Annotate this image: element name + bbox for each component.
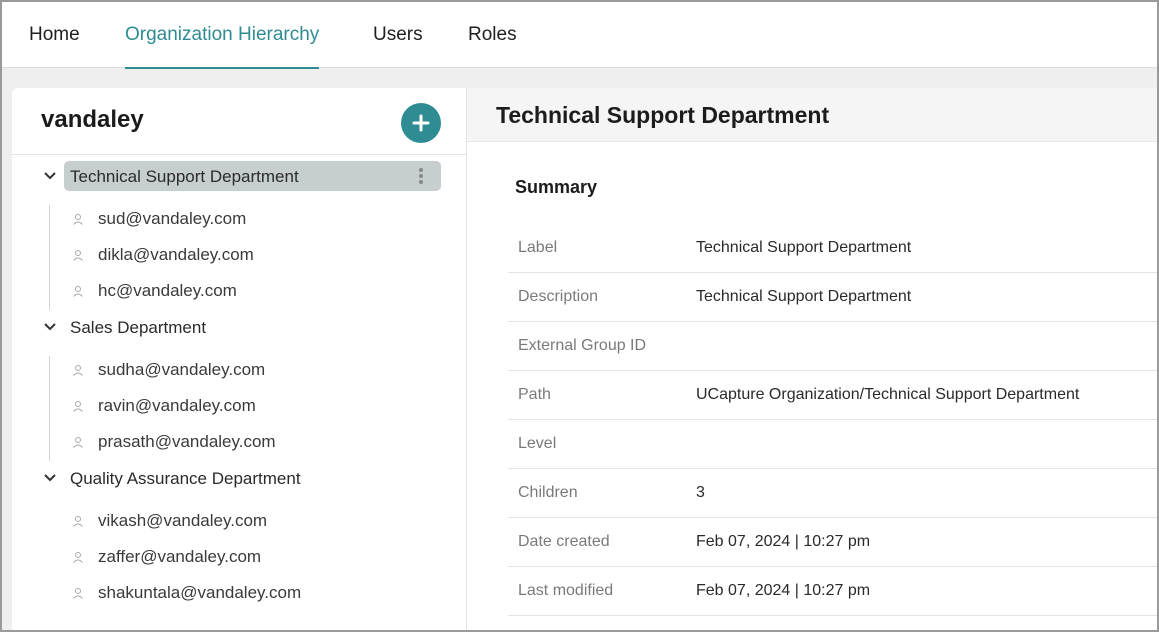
tree-user[interactable]: vikash@vandaley.com bbox=[70, 509, 440, 533]
user-email: hc@vandaley.com bbox=[98, 281, 237, 300]
tree-department[interactable]: Sales Department bbox=[12, 312, 452, 342]
user-icon bbox=[73, 516, 83, 527]
tab-home[interactable]: Home bbox=[29, 2, 80, 68]
chevron-down-icon[interactable] bbox=[42, 168, 58, 184]
tab-users[interactable]: Users bbox=[373, 2, 423, 68]
user-icon bbox=[73, 250, 83, 261]
field-value: 3 bbox=[696, 484, 705, 501]
detail-panel: Technical Support Department Summary Lab… bbox=[467, 88, 1157, 630]
field-row-label: Label Technical Support Department bbox=[508, 224, 1157, 273]
field-value: UCapture Organization/Technical Support … bbox=[696, 386, 1080, 403]
field-key: Path bbox=[518, 386, 551, 403]
chevron-down-icon[interactable] bbox=[42, 470, 58, 486]
field-key: Children bbox=[518, 484, 578, 501]
tree-line bbox=[49, 356, 50, 461]
field-value: Technical Support Department bbox=[696, 288, 912, 305]
user-icon bbox=[73, 552, 83, 563]
user-email: dikla@vandaley.com bbox=[98, 245, 254, 264]
tree-user[interactable]: dikla@vandaley.com bbox=[70, 243, 440, 267]
field-key: Last modified bbox=[518, 582, 614, 599]
user-icon bbox=[73, 214, 83, 225]
field-key: Date created bbox=[518, 533, 610, 550]
divider bbox=[12, 154, 466, 155]
tree-line bbox=[49, 205, 50, 310]
plus-icon bbox=[412, 114, 430, 132]
tree-user[interactable]: sud@vandaley.com bbox=[70, 207, 440, 231]
summary-heading: Summary bbox=[515, 177, 598, 197]
field-value: Feb 07, 2024 | 10:27 pm bbox=[696, 582, 871, 599]
field-key: Label bbox=[518, 239, 558, 256]
field-key: External Group ID bbox=[518, 337, 647, 354]
user-email: sud@vandaley.com bbox=[98, 209, 247, 228]
chevron-down-icon[interactable] bbox=[42, 319, 58, 335]
user-email: zaffer@vandaley.com bbox=[98, 547, 262, 566]
top-nav: Home Organization Hierarchy Users Roles bbox=[2, 2, 1157, 69]
org-tree-panel: vandaley Technical Support Department su… bbox=[12, 88, 467, 630]
user-icon bbox=[73, 588, 83, 599]
tab-organization-hierarchy[interactable]: Organization Hierarchy bbox=[125, 2, 320, 69]
field-row-description: Description Technical Support Department bbox=[508, 273, 1157, 322]
field-row-date-created: Date created Feb 07, 2024 | 10:27 pm bbox=[508, 518, 1157, 567]
field-key: Description bbox=[518, 288, 599, 305]
user-email: vikash@vandaley.com bbox=[98, 511, 268, 530]
tree-department[interactable]: Technical Support Department bbox=[12, 161, 452, 191]
department-label: Quality Assurance Department bbox=[70, 469, 301, 488]
field-value: Technical Support Department bbox=[696, 239, 912, 256]
field-row-level: Level bbox=[508, 420, 1157, 469]
user-icon bbox=[73, 286, 83, 297]
tree-user[interactable]: zaffer@vandaley.com bbox=[70, 545, 440, 569]
tree-user[interactable]: hc@vandaley.com bbox=[70, 279, 440, 303]
user-icon bbox=[73, 365, 83, 376]
user-email: prasath@vandaley.com bbox=[98, 432, 276, 451]
tree-user[interactable]: shakuntala@vandaley.com bbox=[70, 581, 440, 605]
field-row-last-modified: Last modified Feb 07, 2024 | 10:27 pm bbox=[508, 567, 1157, 616]
field-row-external-group-id: External Group ID bbox=[508, 322, 1157, 371]
tab-roles[interactable]: Roles bbox=[468, 2, 517, 68]
field-row-children: Children 3 bbox=[508, 469, 1157, 518]
user-email: sudha@vandaley.com bbox=[98, 360, 266, 379]
tree-user[interactable]: prasath@vandaley.com bbox=[70, 430, 440, 454]
detail-title: Technical Support Department bbox=[496, 102, 830, 128]
user-icon bbox=[73, 437, 83, 448]
tree-department[interactable]: Quality Assurance Department bbox=[12, 463, 452, 493]
department-label: Sales Department bbox=[70, 318, 207, 337]
user-icon bbox=[73, 401, 83, 412]
tree-user[interactable]: ravin@vandaley.com bbox=[70, 394, 440, 418]
app-window: Home Organization Hierarchy Users Roles … bbox=[0, 0, 1159, 632]
department-label: Technical Support Department bbox=[70, 167, 299, 186]
more-options-icon[interactable] bbox=[415, 166, 427, 188]
detail-header: Technical Support Department bbox=[467, 88, 1157, 142]
tree-user[interactable]: sudha@vandaley.com bbox=[70, 358, 440, 382]
field-key: Level bbox=[518, 435, 557, 452]
field-row-path: Path UCapture Organization/Technical Sup… bbox=[508, 371, 1157, 420]
add-button[interactable] bbox=[401, 103, 441, 143]
user-email: shakuntala@vandaley.com bbox=[98, 583, 302, 602]
field-value: Feb 07, 2024 | 10:27 pm bbox=[696, 533, 871, 550]
user-email: ravin@vandaley.com bbox=[98, 396, 256, 415]
org-name: vandaley bbox=[41, 106, 144, 133]
